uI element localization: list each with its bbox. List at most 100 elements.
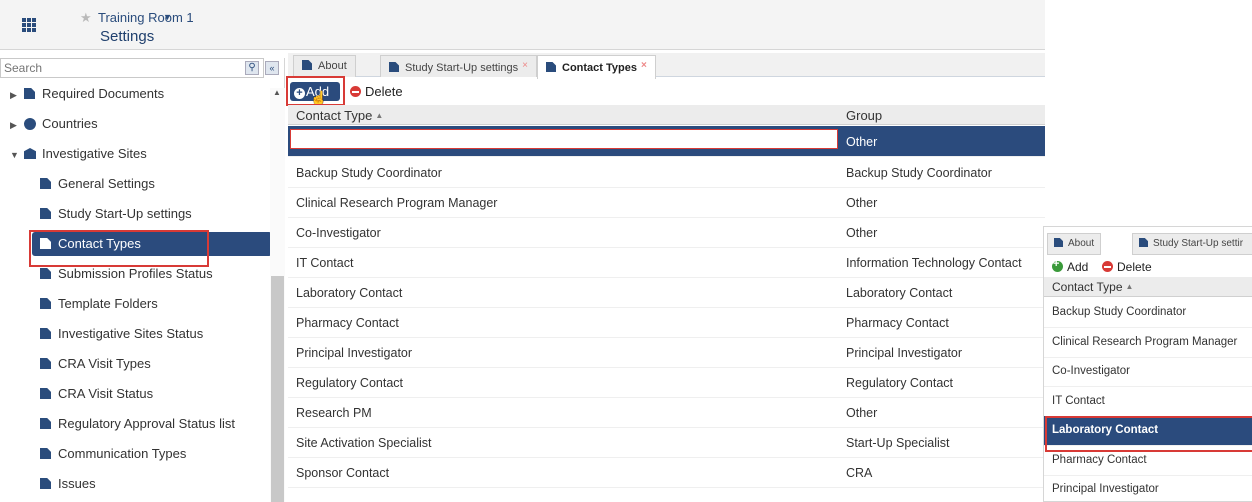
contact-type-cell[interactable]: Clinical Research Program Manager [296,196,497,210]
table-row[interactable]: Research PM Other [288,397,1045,428]
group-cell[interactable]: Other [846,406,877,420]
group-cell[interactable]: Other [846,226,877,240]
close-tab-icon[interactable]: × [641,60,647,71]
app-menu-icon[interactable] [22,18,36,32]
expand-right-icon[interactable]: ▶ [10,83,24,107]
contact-type-cell[interactable]: Co-Investigator [296,226,381,240]
contact-type-cell[interactable]: Sponsor Contact [296,466,389,480]
group-cell[interactable]: CRA [846,466,872,480]
globe-icon [24,118,36,130]
contact-type-cell[interactable]: Regulatory Contact [296,376,403,390]
sidebar-item[interactable]: ▶ Countries [10,112,98,136]
table-row[interactable]: Pharmacy Contact Pharmacy Contact [288,307,1045,338]
table-row[interactable]: Backup Study Coordinator [1044,298,1252,328]
table-row[interactable]: Laboratory Contact Laboratory Contact [288,277,1045,308]
contact-type-edit-input[interactable] [290,129,838,149]
sidebar-item[interactable]: Communication Types [40,442,186,466]
sidebar-item[interactable]: ▶ Required Documents [10,82,164,106]
document-icon [40,448,51,459]
sidebar-item-label: Countries [42,116,98,131]
room-selector[interactable]: Training Room 1 [98,10,194,25]
document-icon [40,298,51,309]
table-row[interactable]: IT Contact Information Technology Contact [288,247,1045,278]
plus-circle-icon [1052,258,1063,272]
sidebar-item-label: Investigative Sites [42,146,147,161]
search-icon[interactable]: ⚲ [245,61,259,75]
table-row[interactable]: IT Contact [1044,387,1252,417]
sidebar-item[interactable]: CRA Visit Status [40,382,153,406]
table-row[interactable]: Co-Investigator Other [288,217,1045,248]
sidebar-item-label: Investigative Sites Status [58,326,204,341]
search-input[interactable] [1,59,237,77]
table-row[interactable]: Regulatory Contact Regulatory Contact [288,367,1045,398]
delete-button[interactable]: Delete [1102,260,1152,274]
sidebar-item[interactable]: ▼ Investigative Sites [10,142,147,166]
column-header-contact-type[interactable]: Contact Type ▲ [296,108,383,123]
document-icon [1054,238,1063,247]
table-row[interactable]: Clinical Research Program Manager Other [288,187,1045,218]
document-icon [40,208,51,219]
table-row[interactable]: Sponsor Contact CRA [288,457,1045,488]
group-cell[interactable]: Other [846,196,877,210]
sidebar-item[interactable]: CRA Visit Types [40,352,151,376]
column-header-contact-type[interactable]: Contact Type ▲ [1052,280,1133,294]
delete-button[interactable]: Delete [350,82,403,101]
table-row[interactable]: Clinical Research Program Manager [1044,328,1252,358]
building-icon [24,148,36,159]
sidebar-item-label: CRA Visit Types [58,356,151,371]
table-row[interactable]: Site Activation Specialist Start-Up Speci… [288,427,1045,458]
tab-about[interactable]: About [1047,233,1102,255]
contact-type-cell[interactable]: Site Activation Specialist [296,436,432,450]
document-icon [40,478,51,489]
contact-type-cell[interactable]: Laboratory Contact [296,286,402,300]
favorite-star-icon[interactable]: ★ [80,10,92,26]
document-icon [1139,238,1148,247]
expand-right-icon[interactable]: ▶ [10,113,24,137]
sidebar-item-label: Study Start-Up settings [58,206,192,221]
scrollbar-thumb[interactable] [271,276,284,502]
group-cell[interactable]: Principal Investigator [846,346,962,360]
tab-study-start-up-settings[interactable]: Study Start-Up settir [1132,233,1252,255]
sidebar-item[interactable]: Investigative Sites Status [40,322,203,346]
group-cell[interactable]: Other [846,135,877,149]
contact-type-cell: Backup Study Coordinator [1052,306,1187,318]
table-row[interactable]: Backup Study Coordinator Backup Study Coo… [288,157,1045,188]
contact-type-cell[interactable]: Pharmacy Contact [296,316,399,330]
group-cell[interactable]: Information Technology Contact [846,256,1022,270]
tab-about[interactable]: About [293,55,356,77]
search-box[interactable] [0,58,264,78]
sidebar-item-label: Submission Profiles Status [58,266,213,281]
document-icon [40,358,51,369]
table-row[interactable]: Principal Investigator Principal Investig… [288,337,1045,368]
group-cell[interactable]: Start-Up Specialist [846,436,950,450]
collapse-sidebar-icon[interactable]: « [265,61,279,75]
close-tab-icon[interactable]: × [522,60,528,71]
group-cell[interactable]: Laboratory Contact [846,286,952,300]
group-cell[interactable]: Pharmacy Contact [846,316,949,330]
contact-type-cell[interactable]: Principal Investigator [296,346,412,360]
sidebar-item[interactable]: Study Start-Up settings [40,202,192,226]
tab-contact-types[interactable]: Contact Types × [537,55,656,79]
table-row[interactable]: Principal Investigator [1044,475,1252,501]
sidebar-item[interactable]: Regulatory Approval Status list [40,412,235,436]
sidebar-item[interactable]: Template Folders [40,292,158,316]
checklist-icon [24,88,35,99]
sidebar-item[interactable]: General Settings [40,172,155,196]
add-button[interactable]: Add [1052,258,1088,274]
tab-study-start-up-settings[interactable]: Study Start-Up settings × [380,55,537,77]
contact-type-cell: Clinical Research Program Manager [1052,335,1238,348]
expand-down-icon[interactable]: ▼ [10,143,24,167]
sort-asc-icon: ▲ [375,111,384,120]
contact-type-cell[interactable]: Research PM [296,406,372,420]
sidebar-item[interactable]: Issues [40,472,96,496]
table-row[interactable]: Co-Investigator [1044,357,1252,387]
group-cell[interactable]: Backup Study Coordinator [846,166,992,180]
scroll-up-icon[interactable]: ▲ [273,88,281,97]
contact-type-cell[interactable]: Backup Study Coordinator [296,166,442,180]
group-cell[interactable]: Regulatory Contact [846,376,953,390]
document-icon [40,178,51,189]
chevron-down-icon[interactable]: ▼ [163,12,172,22]
contact-type-cell[interactable]: IT Contact [296,256,353,270]
document-icon [40,268,51,279]
column-header-group[interactable]: Group [846,108,882,123]
